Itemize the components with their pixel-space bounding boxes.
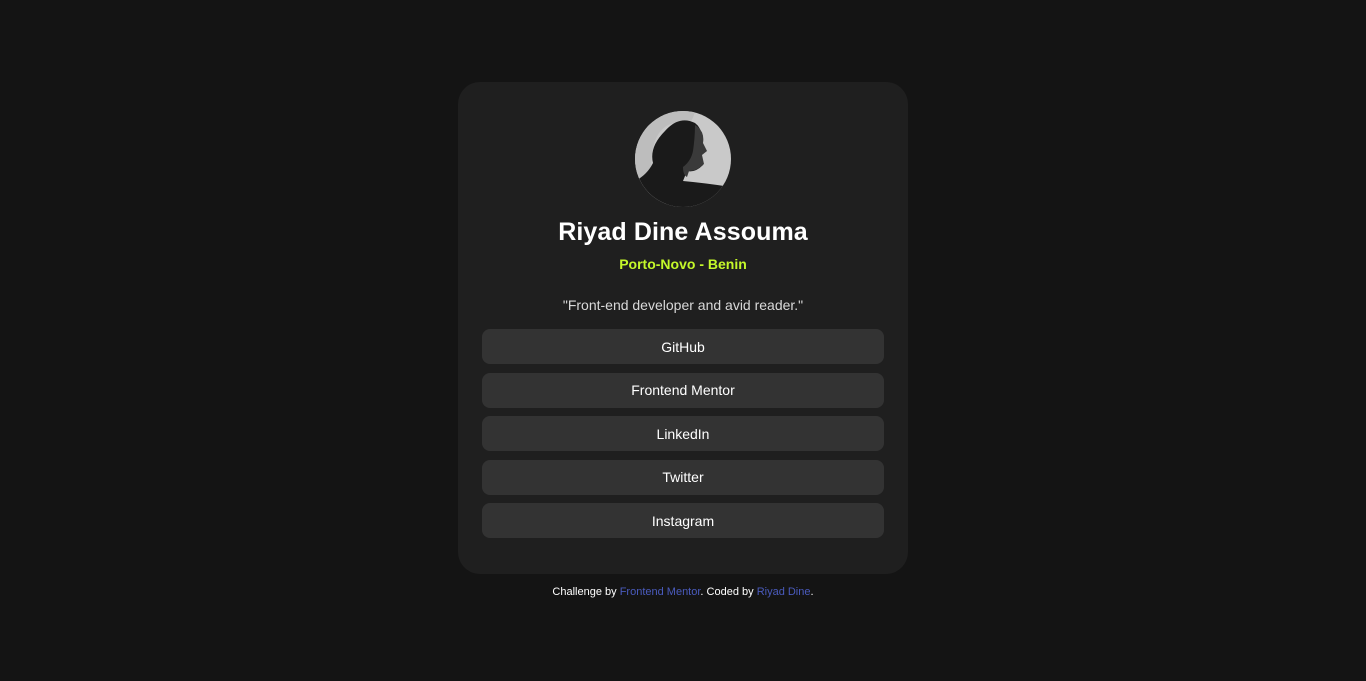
profile-bio: "Front-end developer and avid reader." — [562, 297, 804, 313]
avatar — [635, 111, 731, 207]
twitter-link-button[interactable]: Twitter — [482, 459, 884, 495]
avatar-photo — [635, 111, 731, 207]
frontend-mentor-link-button[interactable]: Frontend Mentor — [482, 372, 884, 408]
github-link-button[interactable]: GitHub — [482, 329, 884, 364]
profile-card: Riyad Dine Assouma Porto-Novo - Benin "F… — [458, 82, 908, 574]
author-link[interactable]: Riyad Dine — [757, 586, 811, 598]
attribution-prefix: Challenge by — [552, 586, 620, 598]
attribution-suffix: . — [810, 586, 814, 598]
social-links: GitHub Frontend Mentor LinkedIn Twitter … — [482, 329, 884, 547]
profile-name: Riyad Dine Assouma — [558, 218, 808, 246]
linkedin-link-button[interactable]: LinkedIn — [482, 416, 884, 451]
attribution: Challenge by Frontend Mentor. Coded by R… — [0, 586, 1366, 599]
frontend-mentor-link[interactable]: Frontend Mentor — [620, 586, 701, 598]
instagram-link-button[interactable]: Instagram — [482, 503, 884, 538]
attribution-middle: . Coded by — [700, 586, 757, 598]
profile-location: Porto-Novo - Benin — [619, 256, 747, 272]
